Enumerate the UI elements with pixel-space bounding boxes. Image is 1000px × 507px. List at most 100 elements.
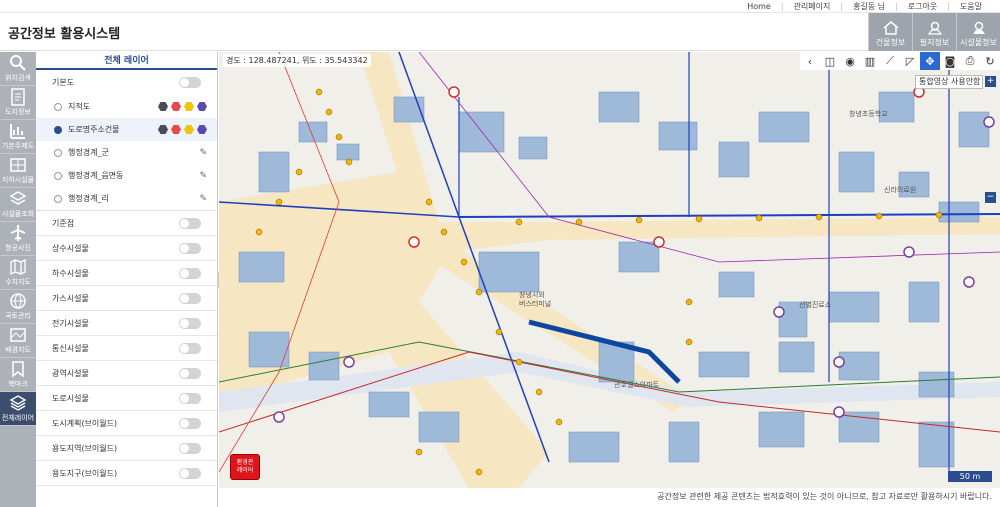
top-bar: Home | 관리페이지 | 홍길동 님 | 로그아웃 | 도움말	[0, 0, 1000, 13]
footer-disclaimer: 공간정보 관련한 제공 콘텐츠는 법적효력이 있는 것이 아니므로, 참고 자료…	[219, 488, 1000, 507]
sublayer-label: 도로명주소건물	[68, 125, 120, 134]
style-hex-icon[interactable]	[158, 125, 168, 134]
refresh-icon[interactable]: ↻	[980, 52, 1000, 70]
pencil-icon[interactable]: ✎	[199, 148, 207, 158]
pan-icon[interactable]: ✥	[920, 52, 940, 70]
nav-underground[interactable]: 지하시설물	[0, 154, 36, 188]
layer-panel: 전체 레이어 기본도 지적도 도로명주소건물 행정경계_군 ✎ 행정경계_읍면동 ✎ 행정경…	[36, 52, 218, 507]
layer-toggle[interactable]	[179, 217, 201, 229]
layer-row: 도로시설물	[36, 386, 217, 411]
nav-basic-theme[interactable]: 기본주제도	[0, 120, 36, 154]
layer-toggle[interactable]	[179, 342, 201, 354]
layer-toggle[interactable]	[179, 267, 201, 279]
sublayer-label: 행정경계_리	[68, 194, 109, 203]
chart-bars-icon[interactable]: ▥	[860, 52, 880, 70]
layer-label: 도로시설물	[52, 393, 89, 403]
split-view-icon[interactable]: ◫	[820, 52, 840, 70]
home-link[interactable]: Home	[737, 2, 781, 11]
sublayer-row[interactable]: 도로명주소건물	[36, 118, 217, 141]
map-canvas[interactable]: 창녕시외 버스터미널 관호헬스아파트 선별진료소 창녕초등학교 신라의료원 경도…	[219, 52, 1000, 488]
sublayer-radio[interactable]	[54, 148, 62, 157]
layer-toggle[interactable]	[179, 392, 201, 404]
print-icon[interactable]: ⎙	[960, 52, 980, 70]
ruler-icon[interactable]: ⟋	[880, 52, 900, 70]
style-hex-icon[interactable]	[171, 102, 181, 111]
style-hex-icon[interactable]	[184, 102, 194, 111]
environment-layer-button[interactable]: 환경관 레이어	[230, 454, 260, 480]
zoom-out-button[interactable]: −	[985, 192, 996, 203]
header: 공간정보 활용시스템 건물정보 필지정보 시설물정보	[0, 13, 1000, 51]
search-icon	[10, 55, 26, 71]
building-icon	[883, 21, 898, 35]
sublayer-label: 행정경계_군	[68, 148, 109, 157]
building-info-button[interactable]: 건물정보	[868, 13, 912, 51]
street-view-select[interactable]: 통합영상 사용안함	[915, 75, 983, 89]
svg-text:관호헬스아파트: 관호헬스아파트	[614, 380, 660, 389]
underground-icon	[10, 158, 26, 172]
sublayer-radio[interactable]	[54, 102, 62, 111]
svg-text:버스터미널: 버스터미널	[519, 299, 551, 308]
sublayer-radio[interactable]	[54, 125, 62, 134]
layer-toggle[interactable]	[179, 317, 201, 329]
sublayer-row[interactable]: 행정경계_군 ✎	[36, 141, 217, 164]
layer-label: 광역시설물	[52, 368, 89, 378]
style-hex-icon[interactable]	[197, 102, 207, 111]
nav-bookmark[interactable]: 북마크	[0, 358, 36, 392]
layer-row: 통신시설물	[36, 336, 217, 361]
style-hex-icon[interactable]	[171, 125, 181, 134]
layer-row: 기준점	[36, 211, 217, 236]
sublayer-radio[interactable]	[54, 171, 62, 180]
layer-toggle[interactable]	[179, 242, 201, 254]
layer-toggle[interactable]	[179, 367, 201, 379]
sublayer-row[interactable]: 지적도	[36, 95, 217, 118]
nav-digital-map[interactable]: 수치지도	[0, 256, 36, 290]
style-hex-icon[interactable]	[184, 125, 194, 134]
svg-text:선별진료소: 선별진료소	[799, 300, 832, 309]
map-toolbar: ‹ ◫ ◉ ▥ ⟋ ◸ ✥ ◙ ⎙ ↻	[800, 52, 1000, 70]
building-info-label: 건물정보	[875, 38, 906, 47]
header-tools: 건물정보 필지정보 시설물정보	[868, 13, 1000, 51]
nav-background-map[interactable]: 배경지도	[0, 324, 36, 358]
parcel-info-button[interactable]: 필지정보	[912, 13, 956, 51]
basemap-label: 기본도	[52, 78, 75, 87]
chevron-left-icon[interactable]: ‹	[800, 52, 820, 70]
logout-link[interactable]: 로그아웃	[898, 1, 947, 12]
admin-link[interactable]: 관리페이지	[784, 1, 841, 12]
layer-toggle[interactable]	[179, 417, 201, 429]
sublayer-row[interactable]: 행정경계_리 ✎	[36, 187, 217, 210]
zoom-in-button[interactable]: +	[985, 76, 996, 87]
location-icon[interactable]: ◉	[840, 52, 860, 70]
pencil-icon[interactable]: ✎	[199, 194, 207, 204]
camera-icon[interactable]: ◙	[940, 52, 960, 70]
layer-toggle[interactable]	[179, 467, 201, 479]
nav-location-search[interactable]: 위치검색	[0, 52, 36, 86]
background-map-icon	[10, 328, 26, 342]
layer-label: 기준점	[52, 218, 75, 228]
nav-facility-query[interactable]: 시설물조회	[0, 188, 36, 222]
style-hex-icon[interactable]	[158, 102, 168, 111]
nav-land-management[interactable]: 국토관리	[0, 290, 36, 324]
facility-info-label: 시설물정보	[960, 38, 997, 47]
map-label-terminal: 창녕시외	[519, 290, 545, 299]
nav-land-info[interactable]: 도지정보	[0, 86, 36, 120]
facility-info-button[interactable]: 시설물정보	[956, 13, 1000, 51]
nav-all-layers[interactable]: 전체레이어	[0, 392, 36, 426]
parcel-info-label: 필지정보	[919, 38, 950, 47]
layer-label: 통신시설물	[52, 343, 89, 353]
area-icon[interactable]: ◸	[900, 52, 920, 70]
layer-row: 하수시설물	[36, 261, 217, 286]
basemap-toggle[interactable]	[179, 77, 201, 88]
scale-bar: 50 m	[948, 471, 992, 482]
help-link[interactable]: 도움말	[950, 1, 992, 12]
layer-label: 용도지역(브이월드)	[52, 443, 118, 453]
nav-aerial-photo[interactable]: 항공사진	[0, 222, 36, 256]
basemap-sublayers: 지적도 도로명주소건물 행정경계_군 ✎ 행정경계_읍면동 ✎ 행정경계_리 ✎	[36, 95, 217, 211]
layer-toggle[interactable]	[179, 442, 201, 454]
sublayer-row[interactable]: 행정경계_읍면동 ✎	[36, 164, 217, 187]
layer-toggle[interactable]	[179, 292, 201, 304]
sublayer-radio[interactable]	[54, 194, 62, 203]
pencil-icon[interactable]: ✎	[199, 171, 207, 181]
map-icon	[10, 258, 26, 276]
layer-row: 도시계획(브이월드)	[36, 411, 217, 436]
style-hex-icon[interactable]	[197, 125, 207, 134]
